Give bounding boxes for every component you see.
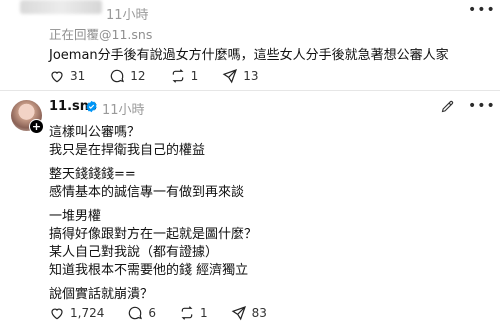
post-time: 11小時 bbox=[102, 103, 145, 118]
post-text-line: 我只是在捍衛我自己的權益 bbox=[49, 143, 206, 158]
post-text-line: 知道我根本不需要他的錢 經濟獨立 bbox=[49, 263, 249, 278]
edit-pencil-icon[interactable] bbox=[440, 99, 455, 114]
heart-icon bbox=[51, 71, 63, 83]
reply-button[interactable]: 12 bbox=[109, 68, 146, 84]
repost-button[interactable]: 1 bbox=[170, 68, 199, 84]
post-text-line: 這樣叫公審嗎？ bbox=[49, 125, 141, 140]
post-text-line: 某人自己對我說（都有證據） bbox=[49, 245, 219, 260]
share-count: 83 bbox=[251, 306, 267, 320]
reply-count: 12 bbox=[130, 69, 146, 83]
verified-badge-icon bbox=[86, 100, 97, 113]
post-text-line: 說個實話就崩潰？ bbox=[49, 287, 154, 302]
post-actions: 1,724 6 1 83 bbox=[49, 305, 290, 321]
repost-count: 1 bbox=[200, 306, 208, 320]
post-text: Joeman分手後有說過女方什麼嗎，這些女人分手後就急著想公審人家 bbox=[49, 48, 449, 63]
repost-count: 1 bbox=[190, 69, 199, 83]
post-text-line: 整天錢錢錢== bbox=[49, 167, 136, 182]
like-count: 31 bbox=[70, 69, 86, 83]
replying-to-label[interactable]: 正在回覆@11.sns bbox=[49, 24, 152, 43]
more-icon[interactable]: ••• bbox=[468, 98, 496, 114]
avatar[interactable]: + bbox=[11, 100, 44, 134]
post-text-line: 一堆男權 bbox=[49, 209, 102, 224]
share-button[interactable]: 13 bbox=[222, 68, 258, 84]
post-text-line: 搞得好像跟對方在一起就是圖什麼？ bbox=[49, 227, 258, 242]
more-icon[interactable]: ••• bbox=[468, 2, 496, 18]
comment-icon bbox=[129, 306, 143, 320]
like-count: 1,724 bbox=[70, 306, 105, 320]
post-divider bbox=[0, 90, 500, 91]
comment-icon bbox=[111, 69, 125, 83]
heart-icon bbox=[51, 308, 63, 320]
send-icon bbox=[222, 69, 238, 84]
reply-button[interactable]: 6 bbox=[127, 305, 156, 321]
post-time: 11小時 bbox=[106, 8, 149, 23]
repost-icon bbox=[181, 306, 193, 320]
plus-icon[interactable]: + bbox=[29, 119, 44, 134]
blurred-username bbox=[20, 0, 102, 14]
post-actions: 31 12 1 13 bbox=[49, 68, 282, 84]
repost-button[interactable]: 1 bbox=[179, 305, 208, 321]
reply-count: 6 bbox=[148, 306, 156, 320]
post-text-line: 感情基本的誠信專一有做到再來談 bbox=[49, 185, 245, 200]
like-button[interactable]: 31 bbox=[49, 68, 85, 84]
share-button[interactable]: 83 bbox=[231, 305, 267, 321]
share-count: 13 bbox=[243, 69, 259, 83]
like-button[interactable]: 1,724 bbox=[49, 305, 104, 321]
send-icon bbox=[231, 306, 246, 321]
repost-icon bbox=[172, 69, 184, 83]
